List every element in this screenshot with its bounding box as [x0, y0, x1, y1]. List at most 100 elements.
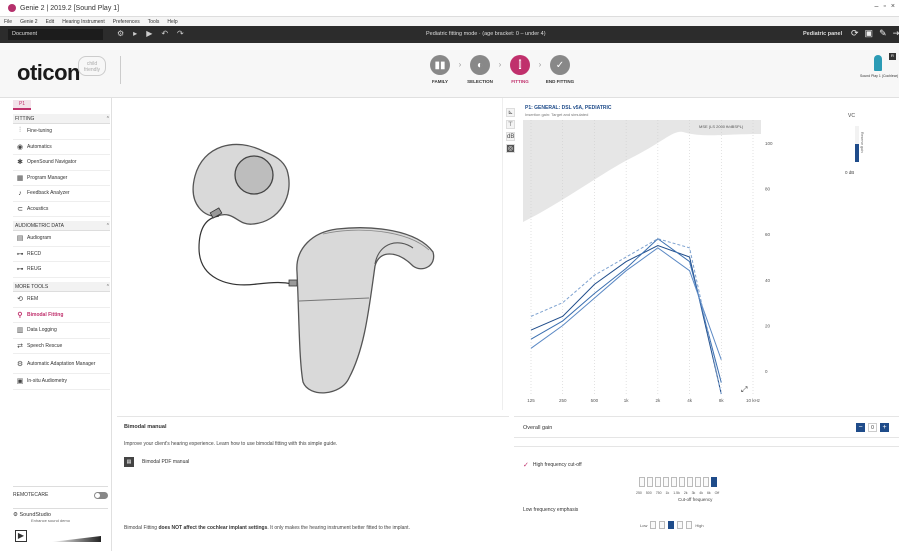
bimodal-note: Bimodal Fitting does NOT affect the coch…: [124, 525, 410, 531]
x-tick-label: 10 kHz: [746, 398, 761, 403]
y-tick-label: 40: [765, 278, 771, 283]
db-toggle-icon[interactable]: dB: [506, 132, 515, 141]
legend-label: MSE (LS 2000 ft/dBSPL): [699, 124, 744, 129]
save-icon[interactable]: ▣: [865, 28, 874, 39]
cutoff-tick-labels: 250 500 750 1k 1.5k 2k 3k 4k 6k Off: [636, 491, 720, 495]
sidebar-item-reug[interactable]: ⊶ REUG: [13, 262, 110, 278]
undo-icon[interactable]: ↶: [161, 29, 168, 38]
sidebar-item-acoustics[interactable]: ⊂ Acoustics: [13, 202, 110, 217]
menu-help[interactable]: Help: [167, 19, 177, 25]
program-tab-p1[interactable]: P1: [13, 100, 31, 110]
settings-icon[interactable]: ⚙: [117, 29, 124, 38]
vc-label: VC: [848, 113, 855, 119]
close-icon[interactable]: ×: [891, 3, 895, 10]
toolbar-tools: ⚙ ▸ ▶ ↶ ↷: [117, 29, 184, 38]
minimize-icon[interactable]: –: [875, 3, 879, 10]
x-tick-label: 2k: [655, 398, 661, 403]
remotecare-toggle[interactable]: [94, 491, 108, 499]
y-tick-label: 20: [765, 324, 771, 329]
edit-icon[interactable]: ✎: [879, 28, 887, 39]
sidebar-item-speech-rescue[interactable]: ⇄ Speech Rescue: [13, 339, 110, 354]
x-tick-label: 250: [559, 398, 567, 403]
automatics-icon: ◉: [16, 143, 24, 151]
fitting-icon: ⫿: [510, 55, 530, 75]
sidebar-item-data-logging[interactable]: ▥ Data Logging: [13, 323, 110, 339]
sidebar-item-automatics[interactable]: ◉ Automatics: [13, 140, 110, 155]
target-icon[interactable]: ⊤: [506, 120, 515, 129]
vc-db-value: 0 dB: [845, 170, 855, 175]
chevron-up-icon: ⌃: [105, 222, 110, 229]
gain-chart[interactable]: 125 250 500 1k 2k 4k 8k 10 kHz 0 20 40 60 80 100 MSE …: [523, 112, 773, 407]
exit-icon[interactable]: ⇥: [893, 28, 899, 39]
step-fitting[interactable]: ⫿ FITTING: [505, 55, 535, 84]
lf-emphasis-slider[interactable]: Low High: [640, 521, 704, 529]
x-tick-label: 500: [591, 398, 599, 403]
sidebar-item-rem[interactable]: ⟲ REM: [13, 292, 110, 308]
sidebar-item-program-manager[interactable]: ▦ Program Manager: [13, 171, 110, 186]
audiogram-icon: ▤: [16, 235, 24, 243]
graph-settings-icon[interactable]: ◎: [506, 144, 515, 153]
bimodal-illustration-panel: [117, 98, 502, 410]
section-header[interactable]: FITTING ⌃: [13, 114, 110, 124]
window-controls: – ▫ ×: [875, 3, 895, 10]
bimodal-icon: ⚲: [17, 311, 23, 319]
workflow-steps: ▮▮ FAMILY › ◐ SELECTION › ⫿ FITTING › ✓ …: [425, 55, 575, 84]
play-button[interactable]: ▶: [15, 530, 27, 542]
section-header[interactable]: AUDIOMETRIC DATA ⌃: [13, 221, 110, 231]
menu-file[interactable]: File: [4, 19, 12, 25]
sidebar-item-opensound-navigator[interactable]: ✱ OpenSound Navigator: [13, 155, 110, 171]
program-icon[interactable]: ▸: [133, 29, 137, 38]
program-manager-icon: ▦: [16, 174, 24, 182]
graph-tool-column: ⊾ ⊤ dB ◎: [506, 108, 516, 153]
child-friendly-badge: child friendly: [78, 56, 106, 76]
volume-ramp-icon[interactable]: [51, 536, 101, 542]
sync-icon[interactable]: ⟳: [851, 28, 859, 39]
gain-increase-button[interactable]: +: [880, 423, 889, 432]
hf-cutoff-checkbox[interactable]: ✓ High frequency cut-off: [523, 461, 582, 469]
curve-view-icon[interactable]: ⊾: [506, 108, 515, 117]
menu-bar: File Genie 2 Edit Hearing Instrument Pre…: [0, 17, 899, 26]
step-family[interactable]: ▮▮ FAMILY: [425, 55, 455, 84]
soundstudio-subtitle: Enhance sound demo: [31, 518, 70, 523]
menu-edit[interactable]: Edit: [46, 19, 55, 25]
menu-preferences[interactable]: Preferences: [113, 19, 140, 25]
soundstudio-panel: ⚙ SoundStudio Enhance sound demo ▶: [13, 508, 108, 548]
oticon-logo: oticon: [17, 60, 81, 85]
sidebar-item-bimodal-fitting[interactable]: ⚲ Bimodal Fitting: [13, 308, 110, 323]
step-end-fitting[interactable]: ✓ END FITTING: [545, 55, 575, 84]
toolbar-right-icons: ⟳ ▣ ✎ ⇥: [851, 28, 899, 39]
step-selection[interactable]: ◐ SELECTION: [465, 55, 495, 84]
sidebar-item-audiogram[interactable]: ▤ Audiogram: [13, 231, 110, 247]
sidebar: P1 FITTING ⌃ ⫶ Fine-tuning ◉ Automatics ✱ Op…: [8, 98, 112, 551]
gain-value: 0: [868, 423, 877, 432]
menu-tools[interactable]: Tools: [148, 19, 160, 25]
cochlear-implant-and-hearing-aid-illustration: [192, 143, 435, 394]
adaptation-icon: ⚙: [16, 360, 24, 368]
play-icon[interactable]: ▶: [146, 29, 152, 38]
sidebar-item-feedback-analyzer[interactable]: ♪ Feedback Analyzer: [13, 186, 110, 202]
session-dropdown[interactable]: Document: [8, 29, 103, 40]
maximize-icon[interactable]: ▫: [883, 3, 885, 10]
sidebar-item-automatic-adaptation-manager[interactable]: ⚙ Automatic Adaptation Manager: [13, 354, 110, 374]
overall-gain-stepper: − 0 +: [856, 423, 889, 432]
pediatric-panel-link[interactable]: Pediatric panel: [803, 31, 842, 37]
sidebar-item-in-situ-audiometry[interactable]: ▣ In-situ Audiometry: [13, 374, 110, 390]
section-header[interactable]: MORE TOOLS ⌃: [13, 282, 110, 292]
rem-icon: ⟲: [17, 296, 23, 304]
y-tick-label: 60: [765, 232, 771, 237]
bimodal-pdf-link[interactable]: ▤ Bimodal PDF manual: [124, 457, 189, 467]
section-more-tools: MORE TOOLS ⌃ ⟲ REM ⚲ Bimodal Fitting ▥ Data …: [13, 282, 110, 390]
section-fitting: FITTING ⌃ ⫶ Fine-tuning ◉ Automatics ✱ OpenS…: [13, 114, 110, 217]
device-selector-right[interactable]: Sound Play 1 (Cochlear) R: [860, 53, 898, 85]
menu-hearing-instrument[interactable]: Hearing Instrument: [62, 19, 105, 25]
navigator-icon: ✱: [17, 159, 23, 167]
volume-control-bar[interactable]: [855, 126, 859, 162]
recd-icon: ⊶: [16, 250, 24, 258]
gain-decrease-button[interactable]: −: [856, 423, 865, 432]
sidebar-item-fine-tuning[interactable]: ⫶ Fine-tuning: [13, 124, 110, 140]
sidebar-item-recd[interactable]: ⊶ RECD: [13, 247, 110, 262]
menu-genie[interactable]: Genie 2: [20, 19, 38, 25]
gain-graph-panel: ⊾ ⊤ dB ◎ P1: GENERAL: DSL v5A, PEDIATRIC…: [502, 98, 899, 410]
cutoff-frequency-slider[interactable]: [639, 477, 717, 487]
redo-icon[interactable]: ↷: [177, 29, 184, 38]
